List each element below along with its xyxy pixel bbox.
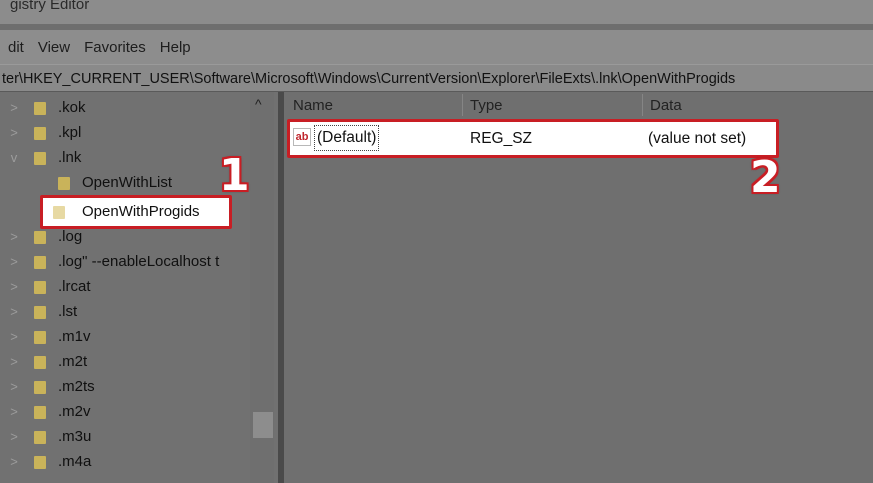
chevron-right-icon[interactable]: > — [9, 274, 19, 300]
tree-item-m2v[interactable]: > .m2v — [0, 399, 250, 425]
tree-item-openwithlist[interactable]: OpenWithList — [0, 170, 250, 196]
tree-item-label: .log — [58, 228, 83, 245]
tree-item-kpl[interactable]: > .kpl — [0, 120, 250, 146]
folder-icon — [34, 356, 46, 369]
string-value-icon: ab — [293, 128, 311, 146]
folder-icon — [34, 256, 46, 269]
folder-icon — [34, 306, 46, 319]
folder-icon — [34, 331, 46, 344]
scroll-thumb[interactable] — [253, 412, 273, 438]
chevron-right-icon[interactable]: > — [9, 120, 19, 146]
tree-item-label: .m2ts — [58, 378, 95, 395]
value-name[interactable]: (Default) — [314, 125, 380, 151]
tree-item-m3u[interactable]: > .m3u — [0, 424, 250, 450]
chevron-right-icon[interactable]: > — [9, 249, 19, 275]
folder-icon — [34, 456, 46, 469]
chevron-down-icon[interactable]: v — [9, 145, 19, 171]
chevron-right-icon[interactable]: > — [9, 95, 19, 121]
folder-icon — [34, 231, 46, 244]
tree-item-m2t[interactable]: > .m2t — [0, 349, 250, 375]
scroll-up-icon[interactable]: ^ — [255, 96, 262, 112]
window-title: gistry Editor — [0, 0, 873, 24]
tree-item-label: .m2v — [58, 403, 91, 420]
column-header-name[interactable]: Name — [293, 97, 333, 114]
menu-favorites[interactable]: Favorites — [84, 39, 146, 56]
tree-item-m4a[interactable]: > .m4a — [0, 449, 250, 475]
menu-view[interactable]: View — [38, 39, 70, 56]
chevron-right-icon[interactable]: > — [9, 224, 19, 250]
tree-item-kok[interactable]: > .kok — [0, 95, 250, 121]
chevron-right-icon[interactable]: > — [9, 349, 19, 375]
folder-icon — [34, 127, 46, 140]
tree-item-label: .kpl — [58, 124, 82, 141]
menu-edit[interactable]: dit — [8, 39, 24, 56]
tree-item-label: .m1v — [58, 328, 91, 345]
chevron-right-icon[interactable]: > — [9, 424, 19, 450]
column-header-data[interactable]: Data — [650, 97, 682, 114]
tree-item-label: OpenWithList — [82, 174, 173, 191]
tree-item-label: .m2t — [58, 353, 88, 370]
menu-bar: dit View Favorites Help — [0, 30, 873, 64]
folder-icon — [58, 177, 70, 190]
tree-item-label: .lnk — [58, 149, 82, 166]
tree-item-label: .m3u — [58, 428, 92, 445]
menu-help[interactable]: Help — [160, 39, 191, 56]
callout-number-2: 2 — [750, 152, 781, 203]
column-divider[interactable] — [462, 94, 463, 116]
folder-icon — [34, 152, 46, 165]
folder-icon — [34, 406, 46, 419]
folder-icon — [53, 206, 65, 219]
tree-item-m2ts[interactable]: > .m2ts — [0, 374, 250, 400]
tree-item-label: .log" --enableLocalhost t — [58, 253, 220, 270]
chevron-right-icon[interactable]: > — [9, 324, 19, 350]
tree-item-label: OpenWithProgids — [82, 203, 200, 220]
tree-item-lnk[interactable]: v .lnk — [0, 145, 250, 171]
tree-item-openwithprogids[interactable]: OpenWithProgids — [0, 199, 250, 225]
value-data: (value not set) — [648, 130, 747, 147]
folder-icon — [34, 102, 46, 115]
chevron-right-icon[interactable]: > — [9, 449, 19, 475]
chevron-right-icon[interactable]: > — [9, 299, 19, 325]
tree-item-label: .lst — [58, 303, 78, 320]
chevron-right-icon[interactable]: > — [9, 399, 19, 425]
tree-item-label: .lrcat — [58, 278, 91, 295]
tree-item-lrcat[interactable]: > .lrcat — [0, 274, 250, 300]
folder-icon — [34, 381, 46, 394]
folder-icon — [34, 431, 46, 444]
tree-item-log-localhost[interactable]: > .log" --enableLocalhost t — [0, 249, 250, 275]
column-header-type[interactable]: Type — [470, 97, 503, 114]
address-bar[interactable]: ter\HKEY_CURRENT_USER\Software\Microsoft… — [0, 64, 873, 92]
folder-icon — [34, 281, 46, 294]
tree-item-label: .m4a — [58, 453, 92, 470]
tree-item-label: .kok — [58, 99, 86, 116]
tree-item-log[interactable]: > .log — [0, 224, 250, 250]
value-type: REG_SZ — [470, 130, 533, 147]
tree-item-lst[interactable]: > .lst — [0, 299, 250, 325]
tree-item-m1v[interactable]: > .m1v — [0, 324, 250, 350]
column-divider[interactable] — [642, 94, 643, 116]
chevron-right-icon[interactable]: > — [9, 374, 19, 400]
callout-number-1: 1 — [219, 150, 250, 201]
